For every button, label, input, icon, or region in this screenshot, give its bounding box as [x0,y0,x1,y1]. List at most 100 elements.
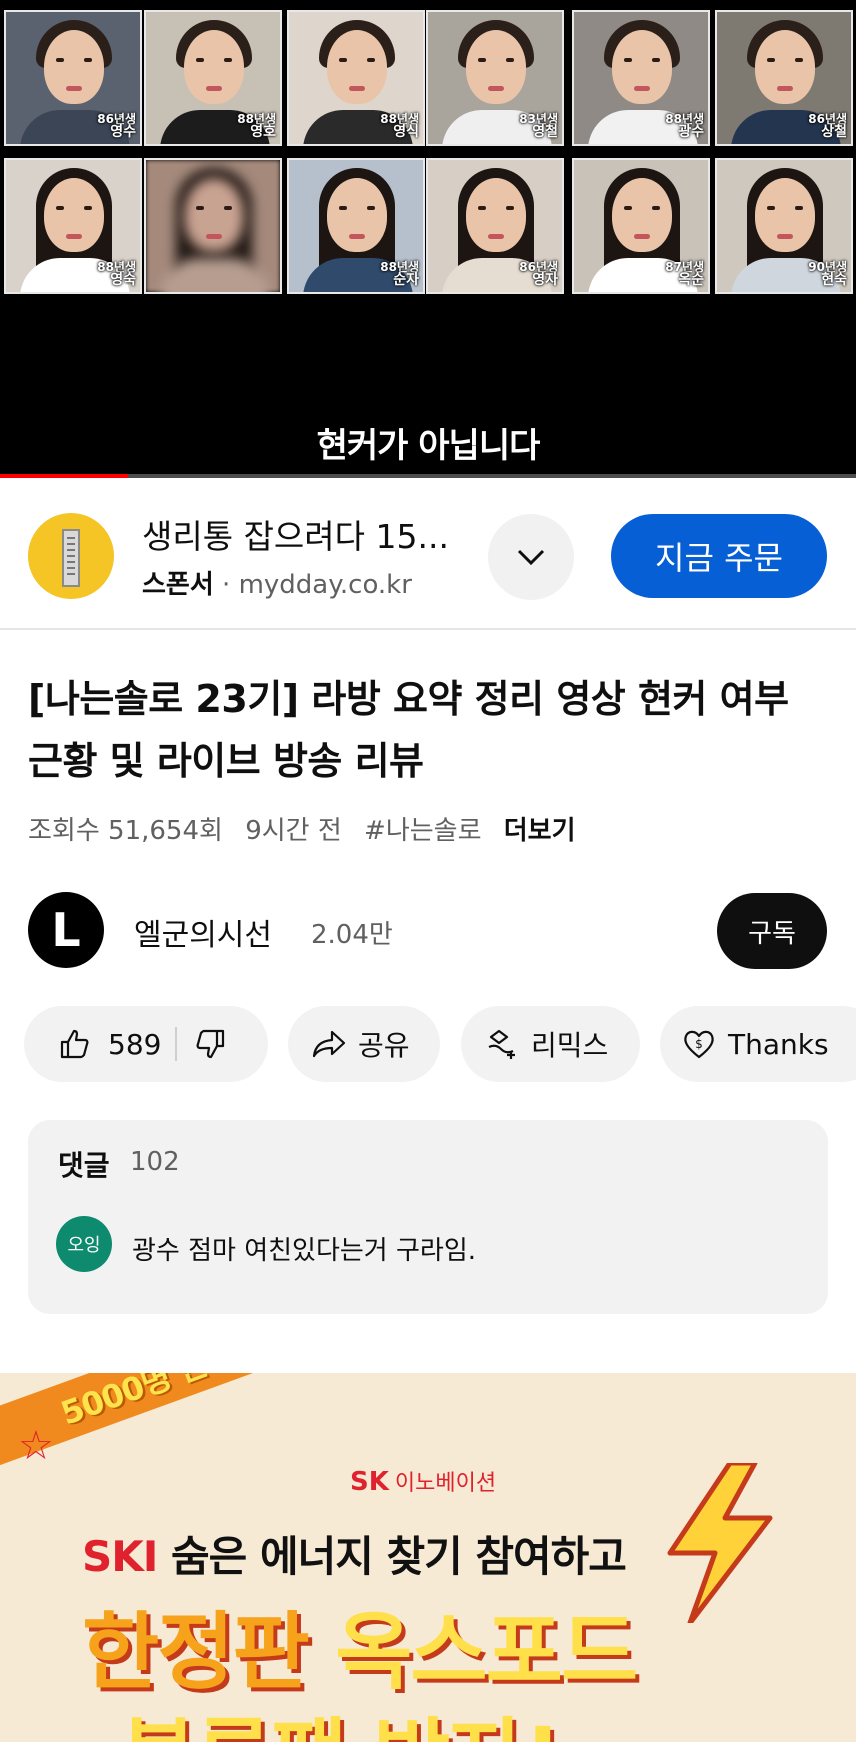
cast-member-tile: 86년생 영수 [4,10,142,146]
portrait-face [466,178,526,252]
sponsored-ad-bar[interactable]: 생리통 잡으려다 15... 스폰서 · mydday.co.kr 지금 주문 [0,480,856,630]
comments-card[interactable]: 댓글 102 오잉 광수 점마 여친있다는거 구라임. [28,1120,828,1314]
portrait-face [44,30,104,104]
video-subtitle: 현커가 아닙니다 [316,426,541,466]
portrait-face [612,178,672,252]
brand-sub-text: 이노베이션 [394,1471,497,1496]
portrait-eye [196,206,204,210]
video-meta[interactable]: 조회수 51,654회 9시간 전 #나는솔로 더보기 [28,810,590,847]
cast-caption: 88년생 순자 [380,261,419,288]
portrait-mouth [66,86,82,91]
subscriber-count: 2.04만 [311,920,393,950]
thanks-button[interactable]: $ Thanks [660,1006,856,1082]
cast-name: 영식 [393,124,419,141]
cast-member-tile: 88년생 순자 [287,158,425,294]
portrait-eye [767,206,775,210]
comments-label: 댓글 [58,1149,110,1182]
like-count[interactable]: 589 [108,1028,161,1061]
portrait-mouth [206,234,222,239]
hashtag-link[interactable]: #나는솔로 [364,816,481,846]
more-button[interactable]: 더보기 [504,816,576,846]
thanks-label: Thanks [728,1027,829,1061]
channel-avatar[interactable]: L [28,892,104,968]
cast-member-tile: 87년생 옥순 [572,158,710,294]
portrait-eye [367,58,375,62]
cast-caption: 86년생 영수 [97,113,136,140]
thumbs-down-icon[interactable] [195,1028,227,1060]
portrait-eye [224,206,232,210]
portrait-eye [795,206,803,210]
portrait-eye [367,206,375,210]
cast-member-tile: 88년생 광수 [572,10,710,146]
video-title[interactable]: [나는솔로 23기] 라방 요약 정리 영상 현커 여부 근황 및 라이브 방송… [28,668,828,792]
portrait-eye [56,58,64,62]
cast-member-tile: 86년생 영자 [426,158,564,294]
portrait-eye [84,58,92,62]
portrait-eye [224,58,232,62]
channel-name[interactable]: 엘군의시선 [134,910,272,954]
banner-headline: SKI 숨은 에너지 찾기 참여하고 [82,1523,627,1584]
portrait-face [44,178,104,252]
remix-label: 리믹스 [531,1029,609,1062]
banner-main-a: 한정판 [82,1603,336,1701]
cast-caption: 86년생 영자 [519,261,558,288]
portrait-eye [56,206,64,210]
portrait-face [755,178,815,252]
svg-text:$: $ [695,1037,703,1051]
share-button[interactable]: 공유 [288,1006,440,1082]
cast-name: 옥순 [678,272,704,289]
top-comment-text: 광수 점마 여친있다는거 구라임. [132,1236,477,1266]
cast-member-tile: 88년생 영식 [287,10,425,146]
like-divider [175,1027,178,1061]
portrait-mouth [206,86,222,91]
share-label: 공유 [358,1029,410,1062]
chevron-down-icon [517,549,545,566]
cast-name: 영자 [532,272,558,289]
upload-age: 9시간 전 [245,816,342,846]
cast-member-tile: 88년생 영숙 [4,158,142,294]
advertiser-logo[interactable] [28,513,114,599]
cast-grid: 86년생 영수 88년생 영호 88년생 영식 83년생 영철 88년생 광수 86년생 상철 88년생… [0,8,856,296]
banner-headline-brand: SKI [82,1532,158,1581]
order-now-button[interactable]: 지금 주문 [611,514,827,598]
ad-sponsor-line: 스폰서 · mydday.co.kr [142,564,412,601]
like-dislike-chip: 589 [24,1006,268,1082]
portrait-face [327,30,387,104]
portrait-face [327,178,387,252]
subscribe-button[interactable]: 구독 [717,893,827,969]
heart-dollar-icon: $ [684,1030,714,1059]
portrait-eye [84,206,92,210]
commenter-avatar: 오잉 [56,1216,112,1272]
lightning-bolt-icon [667,1463,773,1623]
remix-button[interactable]: 리믹스 [461,1006,640,1082]
cast-name: 현숙 [821,272,847,289]
cast-member-tile: 83년생 영철 [426,10,564,146]
portrait-eye [795,58,803,62]
cast-caption: 88년생 영호 [237,113,276,140]
portrait-face [755,30,815,104]
portrait-eye [339,206,347,210]
portrait-mouth [349,234,365,239]
thumbs-up-icon[interactable] [58,1028,90,1060]
promo-banner[interactable]: 5000명 한정 ☆ SK 이노베이션 SKI 숨은 에너지 찾기 참여하고 한정… [0,1373,856,1742]
portrait-eye [478,206,486,210]
cast-name: 광수 [678,124,704,141]
portrait-eye [506,58,514,62]
video-progress-bar[interactable] [0,474,856,478]
portrait-eye [196,58,204,62]
portrait-eye [624,58,632,62]
cast-name: 영철 [532,124,558,141]
sk-innovation-logo: SK 이노베이션 [350,1465,496,1497]
portrait-eye [339,58,347,62]
ad-expand-button[interactable] [488,514,574,600]
cast-name: 영수 [110,124,136,141]
ad-title[interactable]: 생리통 잡으려다 15... [142,510,449,558]
portrait-face [612,30,672,104]
cast-name: 영호 [250,124,276,141]
video-player[interactable]: 86년생 영수 88년생 영호 88년생 영식 83년생 영철 88년생 광수 86년생 상철 88년생… [0,0,856,478]
cast-member-tile: 90년생 현숙 [715,158,853,294]
cast-member-tile: 86년생 상철 [715,10,853,146]
cast-caption: 88년생 광수 [665,113,704,140]
portrait-mouth [488,86,504,91]
ad-domain: mydday.co.kr [238,570,412,600]
